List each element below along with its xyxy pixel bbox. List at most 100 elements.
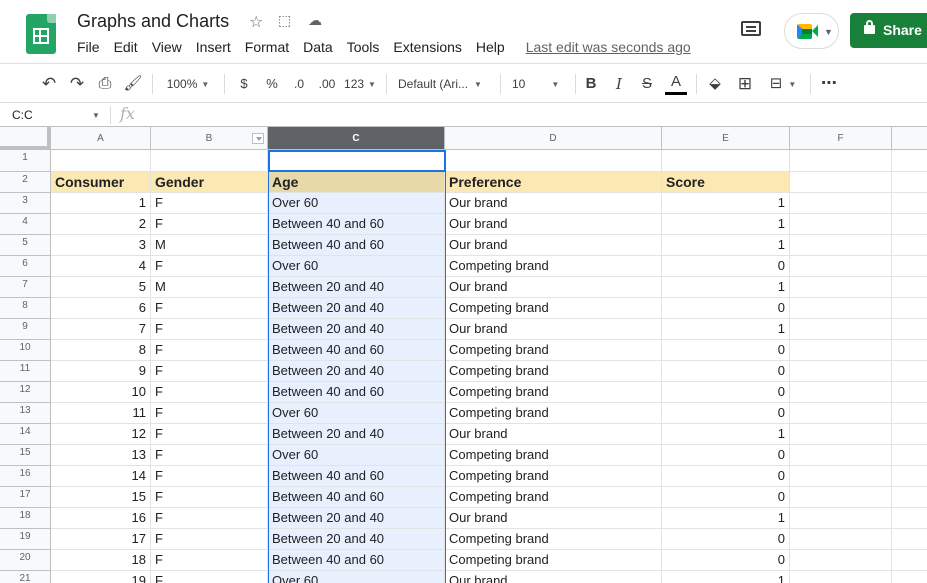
table-cell[interactable] bbox=[790, 361, 892, 382]
table-cell[interactable] bbox=[790, 382, 892, 403]
table-cell[interactable]: 1 bbox=[662, 214, 790, 235]
menu-extensions[interactable]: Extensions bbox=[386, 37, 468, 57]
table-cell[interactable] bbox=[268, 150, 445, 172]
chevron-down-icon[interactable]: ▼ bbox=[92, 106, 100, 126]
table-cell[interactable]: Between 20 and 40 bbox=[268, 319, 445, 340]
menu-edit[interactable]: Edit bbox=[107, 37, 145, 57]
table-cell[interactable]: 9 bbox=[51, 361, 151, 382]
menu-help[interactable]: Help bbox=[469, 37, 512, 57]
font-size-select[interactable]: 10 ▼ bbox=[512, 73, 568, 95]
star-icon[interactable]: ☆ bbox=[249, 12, 263, 32]
table-cell[interactable] bbox=[892, 214, 927, 235]
last-edit-link[interactable]: Last edit was seconds ago bbox=[512, 37, 698, 57]
table-cell[interactable]: 1 bbox=[662, 193, 790, 214]
row-header[interactable]: 14 bbox=[0, 424, 51, 445]
table-cell[interactable]: 0 bbox=[662, 340, 790, 361]
table-cell[interactable]: Over 60 bbox=[268, 403, 445, 424]
table-cell[interactable]: F bbox=[151, 466, 268, 487]
table-cell[interactable]: Our brand bbox=[445, 508, 662, 529]
table-cell[interactable]: 8 bbox=[51, 340, 151, 361]
table-cell[interactable]: Competing brand bbox=[445, 340, 662, 361]
table-cell[interactable]: Over 60 bbox=[268, 571, 445, 583]
table-cell[interactable]: 11 bbox=[51, 403, 151, 424]
menu-data[interactable]: Data bbox=[296, 37, 340, 57]
table-cell[interactable]: Between 40 and 60 bbox=[268, 466, 445, 487]
meet-button[interactable]: ▼ bbox=[784, 13, 839, 49]
table-cell[interactable]: 0 bbox=[662, 256, 790, 277]
table-cell[interactable]: 6 bbox=[51, 298, 151, 319]
table-cell[interactable]: 2 bbox=[51, 214, 151, 235]
table-cell[interactable]: 18 bbox=[51, 550, 151, 571]
row-header[interactable]: 4 bbox=[0, 214, 51, 235]
row-header[interactable]: 18 bbox=[0, 508, 51, 529]
table-cell[interactable]: Our brand bbox=[445, 277, 662, 298]
table-cell[interactable] bbox=[892, 172, 927, 193]
table-cell[interactable] bbox=[790, 529, 892, 550]
table-cell[interactable]: F bbox=[151, 298, 268, 319]
table-cell[interactable] bbox=[790, 193, 892, 214]
cloud-status-icon[interactable]: ☁ bbox=[308, 12, 322, 29]
column-header-f[interactable]: F bbox=[790, 127, 892, 150]
table-cell[interactable] bbox=[790, 550, 892, 571]
table-cell[interactable] bbox=[790, 445, 892, 466]
table-cell[interactable]: Competing brand bbox=[445, 550, 662, 571]
table-cell[interactable]: Competing brand bbox=[445, 529, 662, 550]
table-cell[interactable]: Our brand bbox=[445, 571, 662, 583]
more-options-icon[interactable]: ⋯ bbox=[818, 73, 840, 95]
table-cell[interactable] bbox=[445, 150, 662, 172]
header-cell[interactable]: Gender bbox=[151, 172, 268, 193]
decrease-decimal-button[interactable]: .0 bbox=[288, 73, 310, 95]
table-cell[interactable]: Competing brand bbox=[445, 403, 662, 424]
zoom-select[interactable]: 100% ▼ bbox=[160, 73, 216, 95]
table-cell[interactable] bbox=[892, 193, 927, 214]
table-cell[interactable] bbox=[892, 424, 927, 445]
table-cell[interactable]: F bbox=[151, 424, 268, 445]
strikethrough-button[interactable]: S bbox=[638, 73, 656, 95]
table-cell[interactable] bbox=[151, 150, 268, 172]
table-cell[interactable] bbox=[790, 214, 892, 235]
redo-icon[interactable]: ↷ bbox=[66, 73, 88, 95]
table-cell[interactable] bbox=[790, 508, 892, 529]
comment-history-icon[interactable] bbox=[737, 18, 765, 42]
row-header[interactable]: 21 bbox=[0, 571, 51, 583]
table-cell[interactable]: Between 40 and 60 bbox=[268, 487, 445, 508]
row-header[interactable]: 19 bbox=[0, 529, 51, 550]
table-cell[interactable] bbox=[892, 466, 927, 487]
table-cell[interactable]: Competing brand bbox=[445, 256, 662, 277]
table-cell[interactable]: F bbox=[151, 382, 268, 403]
increase-decimal-button[interactable]: .00 bbox=[315, 73, 339, 95]
table-cell[interactable]: Between 40 and 60 bbox=[268, 340, 445, 361]
table-cell[interactable]: Competing brand bbox=[445, 298, 662, 319]
table-cell[interactable]: 10 bbox=[51, 382, 151, 403]
row-header[interactable]: 5 bbox=[0, 235, 51, 256]
table-cell[interactable]: Our brand bbox=[445, 214, 662, 235]
table-cell[interactable]: F bbox=[151, 550, 268, 571]
table-cell[interactable] bbox=[790, 424, 892, 445]
table-cell[interactable]: 0 bbox=[662, 550, 790, 571]
table-cell[interactable] bbox=[892, 550, 927, 571]
table-cell[interactable]: F bbox=[151, 361, 268, 382]
table-cell[interactable]: 7 bbox=[51, 319, 151, 340]
menu-insert[interactable]: Insert bbox=[189, 37, 238, 57]
row-header[interactable]: 15 bbox=[0, 445, 51, 466]
table-cell[interactable]: M bbox=[151, 235, 268, 256]
table-cell[interactable]: Between 20 and 40 bbox=[268, 529, 445, 550]
menu-format[interactable]: Format bbox=[238, 37, 296, 57]
table-cell[interactable] bbox=[790, 340, 892, 361]
table-cell[interactable]: Between 20 and 40 bbox=[268, 277, 445, 298]
table-cell[interactable] bbox=[790, 277, 892, 298]
table-cell[interactable]: 5 bbox=[51, 277, 151, 298]
table-cell[interactable]: Competing brand bbox=[445, 487, 662, 508]
row-header[interactable]: 13 bbox=[0, 403, 51, 424]
format-currency-button[interactable]: $ bbox=[234, 73, 254, 95]
table-cell[interactable]: 0 bbox=[662, 403, 790, 424]
table-cell[interactable]: F bbox=[151, 193, 268, 214]
table-cell[interactable]: Competing brand bbox=[445, 382, 662, 403]
table-cell[interactable]: F bbox=[151, 214, 268, 235]
table-cell[interactable]: 0 bbox=[662, 445, 790, 466]
table-cell[interactable]: 17 bbox=[51, 529, 151, 550]
print-icon[interactable]: ⎙ bbox=[94, 73, 116, 95]
table-cell[interactable]: 3 bbox=[51, 235, 151, 256]
table-cell[interactable]: Over 60 bbox=[268, 193, 445, 214]
table-cell[interactable]: Between 40 and 60 bbox=[268, 382, 445, 403]
